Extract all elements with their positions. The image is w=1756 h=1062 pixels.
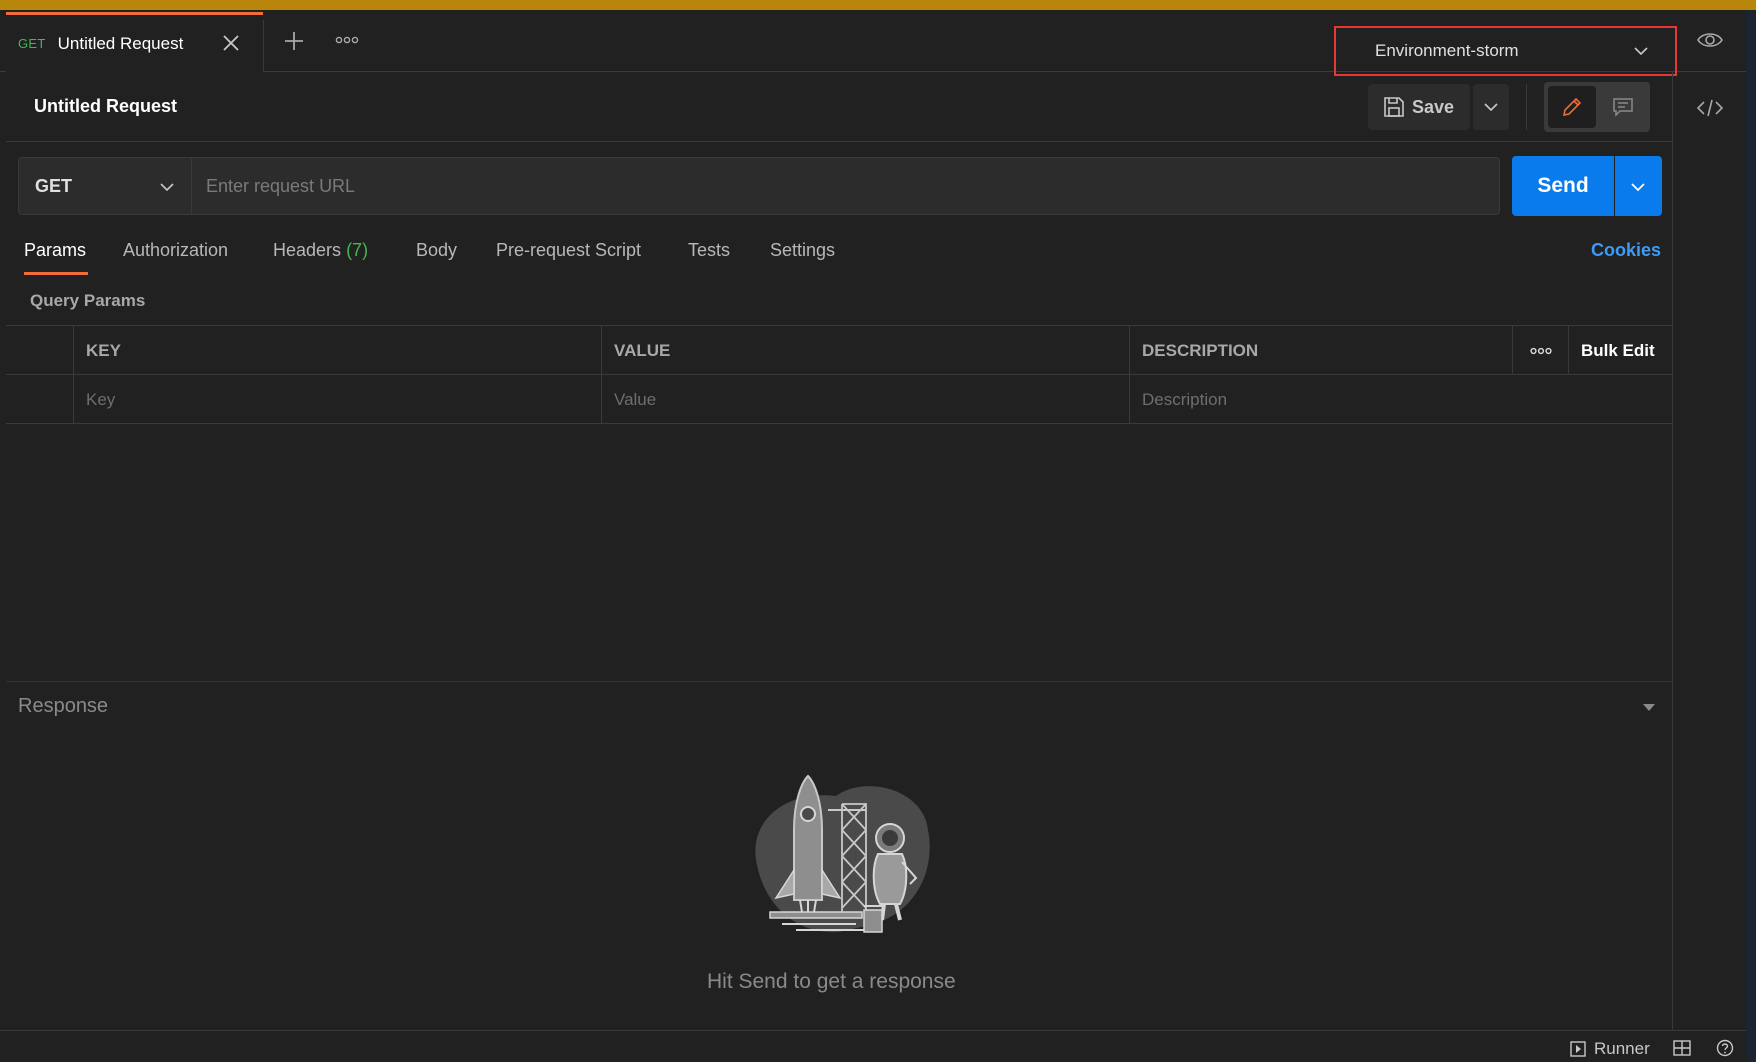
status-bar: Runner (0, 1030, 1746, 1062)
comment-icon (1613, 98, 1633, 117)
headers-count: (7) (346, 240, 369, 260)
table-header-row: KEY VALUE DESCRIPTION Bulk Edit (6, 326, 1672, 375)
url-input[interactable] (192, 157, 1500, 215)
new-tab-plus-icon[interactable] (283, 30, 305, 52)
active-tab-underline (24, 272, 88, 275)
save-label: Save (1412, 96, 1455, 117)
help-icon[interactable] (1716, 1039, 1734, 1057)
query-params-table: KEY VALUE DESCRIPTION Bulk Edit Key Valu… (6, 325, 1672, 424)
key-column-header: KEY (73, 326, 601, 375)
bulk-edit-button[interactable]: Bulk Edit (1568, 326, 1672, 375)
chevron-down-icon (1484, 103, 1498, 112)
runner-button[interactable]: Runner (1570, 1039, 1650, 1059)
headers-label: Headers (273, 240, 342, 260)
right-sidebar (1672, 72, 1746, 1030)
environment-selector[interactable]: Environment-storm (1334, 26, 1677, 76)
request-header: Untitled Request Save (6, 72, 1672, 142)
query-params-label: Query Params (30, 291, 146, 310)
chevron-down-icon (1631, 183, 1645, 192)
background-window-edge (1746, 10, 1756, 1062)
mode-toggle (1544, 82, 1650, 132)
rocket-astronaut-illustration (755, 774, 930, 933)
cookies-link[interactable]: Cookies (1591, 240, 1661, 261)
top-accent-bar (0, 0, 1756, 10)
two-pane-icon[interactable] (1673, 1040, 1691, 1056)
code-icon[interactable] (1696, 96, 1724, 120)
value-column-header: VALUE (601, 326, 1129, 375)
send-button[interactable]: Send (1512, 156, 1614, 216)
empty-response-message: Hit Send to get a response (707, 970, 956, 993)
tab-settings[interactable]: Settings (770, 240, 835, 261)
send-options-button[interactable] (1615, 156, 1662, 216)
table-row: Key Value Description (6, 375, 1672, 424)
edit-mode-button[interactable] (1548, 86, 1596, 128)
more-tabs-icon[interactable] (335, 32, 359, 48)
tab-title: Untitled Request (57, 33, 184, 53)
eye-icon[interactable] (1696, 28, 1724, 52)
response-label: Response (18, 695, 109, 717)
method-selector[interactable]: GET (18, 157, 192, 215)
request-tabs: Params Authorization Headers (7) Body Pr… (6, 232, 1672, 280)
send-label: Send (1537, 174, 1589, 197)
more-options-icon (1529, 347, 1552, 354)
header-divider (1526, 84, 1527, 130)
tab-headers[interactable]: Headers (7) (273, 240, 368, 261)
request-tab[interactable]: GET Untitled Request (6, 12, 263, 72)
comment-mode-button[interactable] (1600, 86, 1646, 128)
response-divider[interactable] (6, 681, 1672, 682)
checkbox-column-header (6, 326, 73, 375)
pencil-icon (1562, 97, 1582, 117)
save-options-button[interactable] (1473, 84, 1509, 130)
value-input[interactable]: Value (601, 375, 1129, 424)
description-input[interactable]: Description (1129, 375, 1672, 424)
tab-pre-request-script[interactable]: Pre-request Script (496, 240, 641, 261)
tab-params[interactable]: Params (24, 240, 86, 261)
save-button[interactable]: Save (1368, 84, 1470, 130)
save-icon (1384, 97, 1404, 117)
description-column-header: DESCRIPTION (1129, 326, 1512, 375)
request-title[interactable]: Untitled Request (34, 96, 177, 117)
tab-tests[interactable]: Tests (688, 240, 730, 261)
close-icon[interactable] (221, 33, 241, 53)
key-input[interactable]: Key (73, 375, 601, 424)
app-window: GET Untitled Request Environment-storm U… (0, 0, 1756, 1062)
method-selected-label: GET (35, 175, 73, 196)
tab-method-label: GET (18, 36, 46, 51)
column-options-button[interactable] (1512, 326, 1568, 375)
runner-label: Runner (1594, 1039, 1650, 1058)
row-checkbox-cell (6, 375, 73, 424)
tab-divider (263, 20, 264, 72)
chevron-down-icon (160, 183, 174, 192)
play-icon (1570, 1041, 1586, 1057)
caret-down-icon[interactable] (1642, 702, 1656, 712)
environment-selected-label: Environment-storm (1375, 41, 1519, 60)
chevron-down-icon (1634, 47, 1648, 56)
tab-body[interactable]: Body (416, 240, 457, 261)
tab-authorization[interactable]: Authorization (123, 240, 228, 261)
